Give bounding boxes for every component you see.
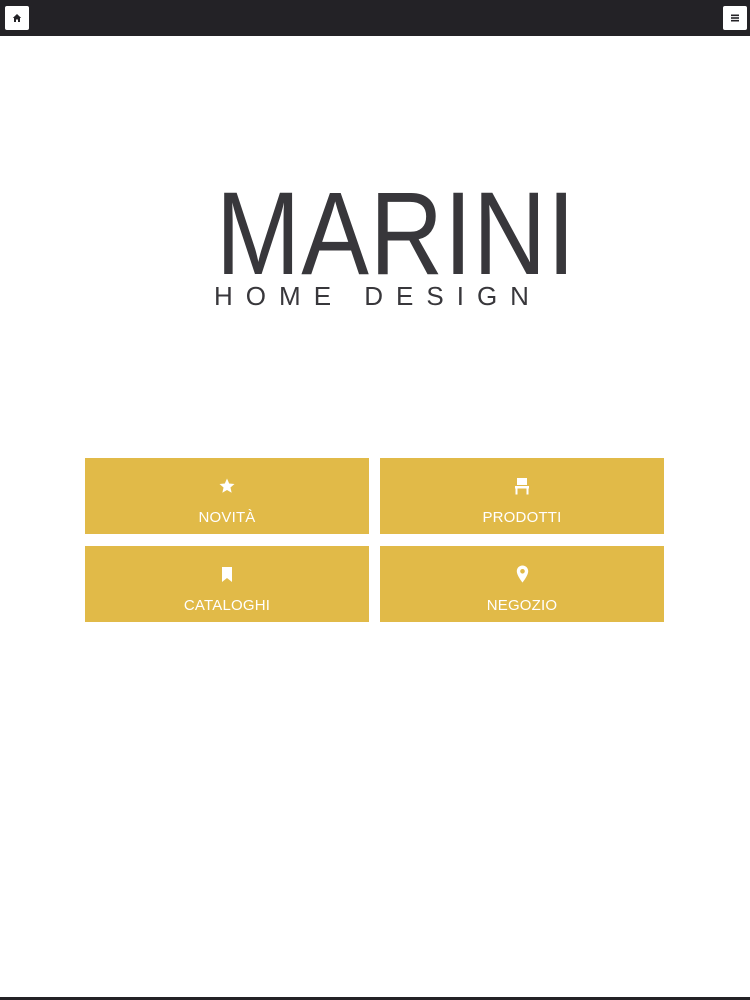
- tile-negozio[interactable]: NEGOZIO: [380, 546, 664, 622]
- logo-subtitle: HOME DESIGN: [214, 281, 542, 311]
- tile-cataloghi[interactable]: CATALOGHI: [85, 546, 369, 622]
- hamburger-menu-icon: [731, 14, 739, 22]
- tile-label: PRODOTTI: [482, 509, 562, 526]
- bookmark-icon: [217, 564, 237, 584]
- logo-title: MARINI: [215, 168, 577, 300]
- tile-label: NEGOZIO: [486, 597, 558, 614]
- tile-label: CATALOGHI: [183, 597, 271, 614]
- tile-label: NOVITÀ: [198, 509, 256, 526]
- app-screen: MARINI HOME DESIGN NOVITÀ PRODOTTI CATAL…: [0, 0, 750, 1000]
- home-icon: [12, 14, 22, 22]
- chair-icon: [512, 476, 532, 496]
- tile-novita[interactable]: NOVITÀ: [85, 458, 369, 534]
- menu-button[interactable]: [723, 6, 747, 30]
- main-menu-grid: NOVITÀ PRODOTTI CATALOGHI NEGOZIO: [85, 458, 665, 622]
- brand-logo: MARINI HOME DESIGN: [190, 168, 577, 311]
- star-icon: [217, 476, 237, 496]
- top-bar: [0, 0, 750, 36]
- map-pin-icon: [512, 564, 532, 584]
- tile-prodotti[interactable]: PRODOTTI: [380, 458, 664, 534]
- home-button[interactable]: [5, 6, 29, 30]
